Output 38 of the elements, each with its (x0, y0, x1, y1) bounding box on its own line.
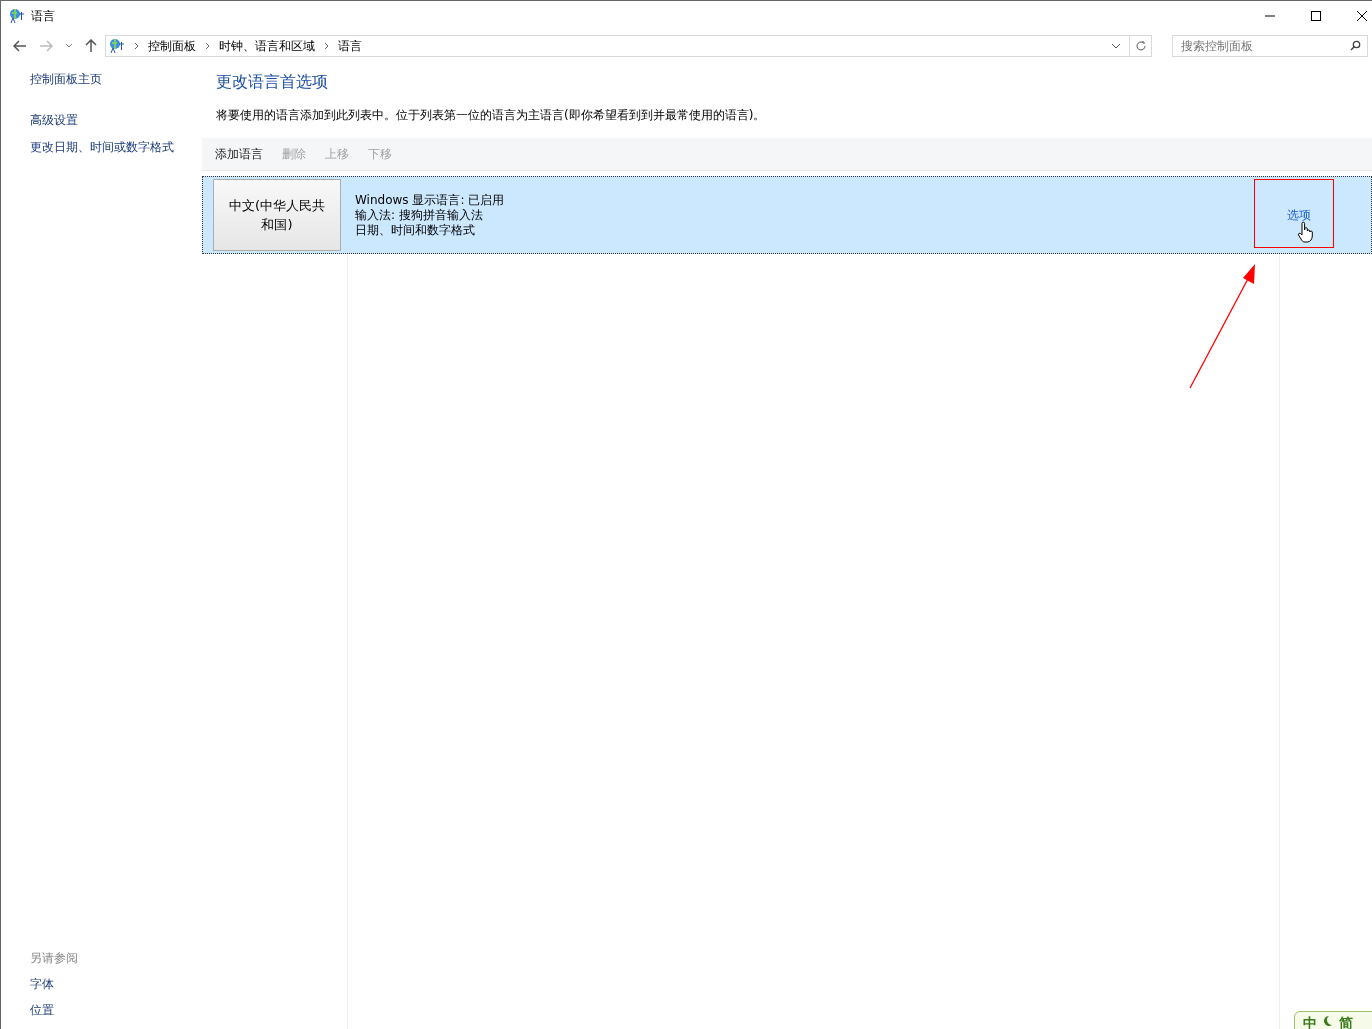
sidebar-link[interactable]: 控制面板主页 (30, 71, 202, 88)
language-tile[interactable]: 中文(中华人民共和国) (213, 179, 341, 251)
address-bar[interactable]: 控制面板 时钟、语言和区域 语言 (105, 35, 1130, 57)
close-icon[interactable] (1356, 10, 1368, 22)
language-detail: 日期、时间和数字格式 (355, 222, 476, 238)
sidebar-link[interactable]: 更改日期、时间或数字格式 (30, 139, 202, 156)
breadcrumb-item[interactable]: 时钟、语言和区域 (219, 37, 315, 55)
see-also-heading: 另请参阅 (30, 950, 79, 967)
up-arrow-icon[interactable] (85, 39, 97, 53)
see-also-link[interactable]: 字体 (30, 976, 202, 993)
hand-cursor-icon (1297, 220, 1313, 243)
back-arrow-icon[interactable] (13, 40, 27, 52)
globe-icon (109, 38, 125, 54)
moon-icon (1323, 1015, 1333, 1027)
options-link[interactable]: 选项 (1287, 206, 1311, 224)
language-row[interactable]: 中文(中华人民共和国) Windows 显示语言: 已启用 输入法: 搜狗拼音输入法 日期、时间和数字格式 选项 (202, 176, 1372, 254)
chevron-down-icon[interactable] (1111, 43, 1121, 49)
maximize-icon[interactable] (1310, 10, 1322, 22)
ime-mode-label: 中 (1303, 1015, 1317, 1029)
search-field[interactable]: 搜索控制面板 (1172, 35, 1368, 57)
sidebar-link[interactable]: 高级设置 (30, 112, 202, 129)
refresh-button[interactable] (1130, 35, 1152, 57)
chevron-right-icon (134, 42, 139, 50)
language-detail: 输入法: 搜狗拼音输入法 (355, 207, 484, 223)
breadcrumb-item[interactable]: 语言 (338, 37, 362, 55)
chevron-right-icon (324, 42, 329, 50)
toolbar-button[interactable]: 添加语言 (215, 145, 263, 163)
search-icon (1350, 40, 1361, 51)
refresh-icon (1134, 40, 1147, 52)
globe-icon (9, 8, 25, 24)
chevron-right-icon (205, 42, 210, 50)
breadcrumb-item[interactable]: 控制面板 (148, 37, 196, 55)
window-title: 语言 (31, 7, 55, 25)
page-heading: 更改语言首选项 (216, 72, 329, 93)
description-text: 将要使用的语言添加到此列表中。位于列表第一位的语言为主语言(即你希望看到到并最常使用的语言)。 (216, 107, 767, 124)
see-also-link[interactable]: 位置 (30, 1002, 202, 1019)
language-detail: Windows 显示语言: 已启用 (355, 192, 505, 208)
chevron-down-icon[interactable] (65, 43, 73, 49)
